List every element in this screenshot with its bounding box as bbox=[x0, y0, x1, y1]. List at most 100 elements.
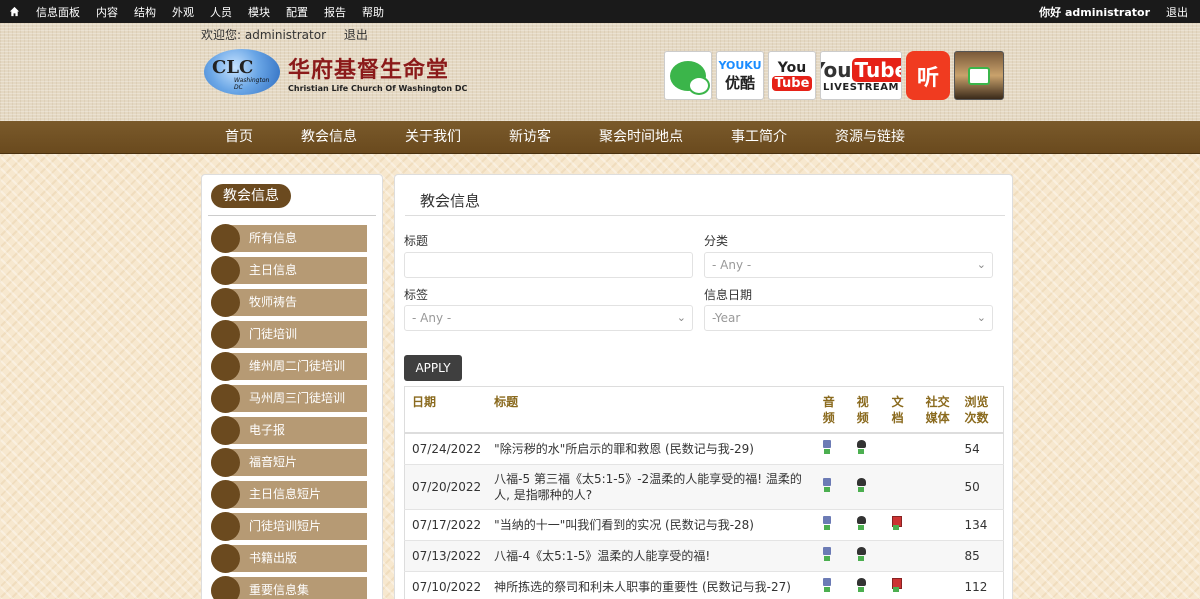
ting-listen-icon[interactable]: 听 bbox=[906, 51, 950, 100]
sidebar-divider bbox=[208, 215, 376, 216]
year-select[interactable]: -Year ⌄ bbox=[704, 305, 993, 331]
video-icon[interactable] bbox=[856, 547, 867, 561]
sidebar-item-gospel-clips[interactable]: 福音短片 bbox=[211, 448, 367, 477]
sidebar-item-publications[interactable]: 书籍出版 bbox=[211, 544, 367, 573]
col-audio: 音频 bbox=[815, 386, 850, 434]
sidebar-title: 教会信息 bbox=[211, 184, 291, 208]
row-views: 85 bbox=[957, 540, 1004, 572]
youtube-icon[interactable]: You Tube bbox=[768, 51, 816, 100]
row-social-cell bbox=[918, 540, 958, 572]
nav-home[interactable]: 首页 bbox=[201, 121, 277, 154]
sidebar-bullet-icon bbox=[211, 416, 240, 445]
sidebar-bullet-icon bbox=[211, 384, 240, 413]
admin-menu-configuration[interactable]: 配置 bbox=[278, 4, 316, 20]
row-video-cell bbox=[849, 464, 885, 510]
row-date: 07/10/2022 bbox=[404, 571, 488, 599]
video-icon[interactable] bbox=[856, 478, 867, 492]
admin-menu-appearance[interactable]: 外观 bbox=[164, 4, 202, 20]
sidebar-item-label: 马州周三门徒培训 bbox=[249, 391, 346, 405]
col-views[interactable]: 浏览次数 bbox=[957, 386, 1004, 434]
logo-chinese-name: 华府基督生命堂 bbox=[288, 57, 450, 83]
sidebar-bullet-icon bbox=[211, 480, 240, 509]
admin-menu-help[interactable]: 帮助 bbox=[354, 4, 392, 20]
nav-church-info[interactable]: 教会信息 bbox=[277, 121, 381, 154]
video-icon[interactable] bbox=[856, 516, 867, 530]
tag-select[interactable]: - Any - ⌄ bbox=[404, 305, 693, 331]
sidebar-item-important[interactable]: 重要信息集 bbox=[211, 576, 367, 599]
pdf-icon[interactable] bbox=[891, 578, 902, 592]
col-video: 视频 bbox=[849, 386, 885, 434]
sidebar-item-all[interactable]: 所有信息 bbox=[211, 224, 367, 253]
audio-icon[interactable] bbox=[822, 478, 833, 492]
sidebar-bullet-icon bbox=[211, 320, 240, 349]
admin-menu-people[interactable]: 人员 bbox=[202, 4, 240, 20]
row-social-cell bbox=[918, 432, 958, 465]
sidebar-item-label: 重要信息集 bbox=[249, 583, 310, 597]
row-video-cell bbox=[849, 432, 885, 465]
site-logo[interactable]: CLC Washington DC 华府基督生命堂 Christian Life… bbox=[204, 49, 474, 95]
row-date: 07/24/2022 bbox=[404, 432, 488, 465]
sidebar-item-discipleship[interactable]: 门徒培训 bbox=[211, 320, 367, 349]
row-views: 134 bbox=[957, 509, 1004, 541]
admin-menu-dashboard[interactable]: 信息面板 bbox=[28, 4, 88, 20]
home-icon[interactable] bbox=[0, 6, 28, 17]
sidebar-item-discipleship-clips[interactable]: 门徒培训短片 bbox=[211, 512, 367, 541]
ting-text: 听 bbox=[916, 65, 939, 91]
admin-menu-content[interactable]: 内容 bbox=[88, 4, 126, 20]
chevron-down-icon: ⌄ bbox=[676, 311, 686, 324]
row-views: 112 bbox=[957, 571, 1004, 599]
audio-icon[interactable] bbox=[822, 440, 833, 454]
sidebar-item-pastor-prayer[interactable]: 牧师祷告 bbox=[211, 288, 367, 317]
row-title-link[interactable]: 八福-4《太5:1-5》温柔的人能享受的福! bbox=[487, 540, 816, 572]
title-filter-label: 标题 bbox=[404, 234, 429, 248]
admin-user-greeting[interactable]: 你好 administrator bbox=[1039, 4, 1166, 20]
col-title[interactable]: 标题 bbox=[487, 386, 816, 434]
col-doc: 文档 bbox=[884, 386, 919, 434]
admin-menu-modules[interactable]: 模块 bbox=[240, 4, 278, 20]
col-date[interactable]: 日期 bbox=[404, 386, 488, 434]
row-date: 07/20/2022 bbox=[404, 464, 488, 510]
sidebar-item-newsletter[interactable]: 电子报 bbox=[211, 416, 367, 445]
row-audio-cell bbox=[815, 571, 850, 599]
social-links: YOUKU 优酷 You Tube You Tube LIVESTREAM 听 bbox=[664, 51, 1004, 100]
wechat-icon[interactable] bbox=[664, 51, 712, 100]
nav-meeting-times[interactable]: 聚会时间地点 bbox=[575, 121, 707, 154]
audio-icon[interactable] bbox=[822, 578, 833, 592]
table-header-row: 日期 标题 音频 视频 文档 社交媒体 浏览次数 bbox=[404, 386, 1004, 434]
nav-ministries[interactable]: 事工简介 bbox=[707, 121, 811, 154]
sidebar-item-label: 书籍出版 bbox=[249, 551, 298, 565]
row-title-link[interactable]: 八福-5 第三福《太5:1-5》-2温柔的人能享受的福! 温柔的人, 是指哪种的… bbox=[487, 464, 816, 510]
row-title-link[interactable]: "除污秽的水"所启示的罪和救恩 (民数记与我-29) bbox=[487, 432, 816, 465]
video-icon[interactable] bbox=[856, 578, 867, 592]
sidebar-item-va-tuesday[interactable]: 维州周二门徒培训 bbox=[211, 352, 367, 381]
youtube-livestream-icon[interactable]: You Tube LIVESTREAM bbox=[820, 51, 902, 100]
sidebar-item-sunday-clips[interactable]: 主日信息短片 bbox=[211, 480, 367, 509]
sidebar: 教会信息 所有信息 主日信息 牧师祷告 门徒培训 维州周二门徒培训 马州周三门徒… bbox=[201, 174, 383, 599]
category-select[interactable]: - Any - ⌄ bbox=[704, 252, 993, 278]
row-title-link[interactable]: "当纳的十一"叫我们看到的实况 (民数记与我-28) bbox=[487, 509, 816, 541]
admin-logout-link[interactable]: 退出 bbox=[1166, 4, 1200, 20]
tag-filter-label: 标签 bbox=[404, 288, 429, 302]
audio-icon[interactable] bbox=[822, 516, 833, 530]
nav-new-visitors[interactable]: 新访客 bbox=[485, 121, 575, 154]
youku-icon[interactable]: YOUKU 优酷 bbox=[716, 51, 764, 100]
apply-button[interactable]: APPLY bbox=[404, 355, 462, 381]
nav-resources[interactable]: 资源与链接 bbox=[811, 121, 929, 154]
audio-icon[interactable] bbox=[822, 547, 833, 561]
sidebar-item-label: 福音短片 bbox=[249, 455, 298, 469]
sidebar-item-label: 维州周二门徒培训 bbox=[249, 359, 346, 373]
video-icon[interactable] bbox=[856, 440, 867, 454]
header-logout-link[interactable]: 退出 bbox=[344, 28, 368, 42]
messages-table: 日期 标题 音频 视频 文档 社交媒体 浏览次数 07/24/2022 "除污秽的… bbox=[404, 386, 1004, 599]
wechat-channel-icon[interactable] bbox=[954, 51, 1004, 100]
row-video-cell bbox=[849, 571, 885, 599]
admin-menu-reports[interactable]: 报告 bbox=[316, 4, 354, 20]
sidebar-item-sunday[interactable]: 主日信息 bbox=[211, 256, 367, 285]
row-title-link[interactable]: 神所拣选的祭司和利未人职事的重要性 (民数记与我-27) bbox=[487, 571, 816, 599]
youku-logo-text: YOUKU bbox=[718, 58, 762, 72]
title-filter-input[interactable] bbox=[404, 252, 693, 278]
admin-menu-structure[interactable]: 结构 bbox=[126, 4, 164, 20]
nav-about-us[interactable]: 关于我们 bbox=[381, 121, 485, 154]
sidebar-item-md-wednesday[interactable]: 马州周三门徒培训 bbox=[211, 384, 367, 413]
pdf-icon[interactable] bbox=[891, 516, 902, 530]
